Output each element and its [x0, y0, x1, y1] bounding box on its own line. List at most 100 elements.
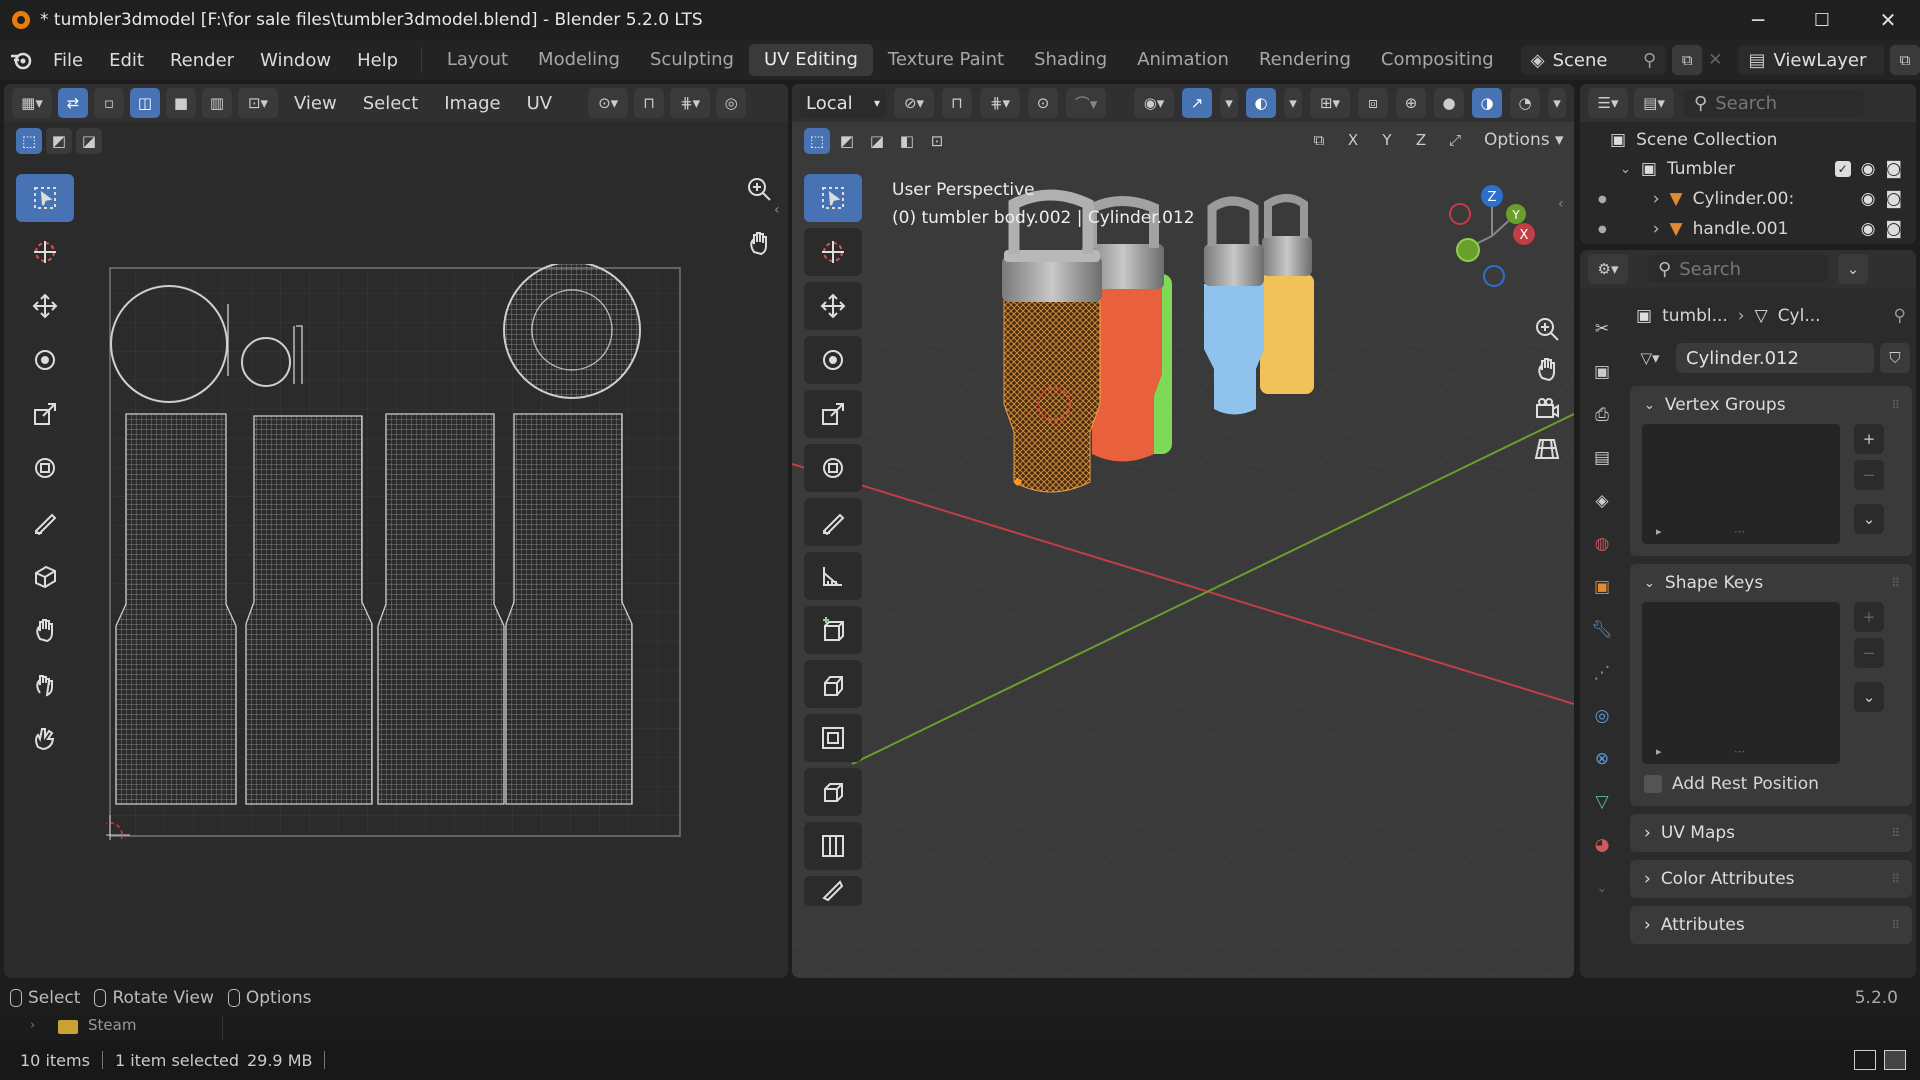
- edge-select-icon[interactable]: ◫: [130, 88, 160, 118]
- tab-modeling[interactable]: Modeling: [523, 44, 635, 76]
- xray-toggle-icon[interactable]: ⧈: [1358, 88, 1388, 118]
- vp-sidebar-toggle-icon[interactable]: ‹: [1558, 196, 1564, 212]
- snap-target-icon[interactable]: ⋕▾: [670, 88, 711, 118]
- snap-icon[interactable]: ⊓: [634, 88, 665, 118]
- vertex-groups-list[interactable]: ▸ ⋯: [1642, 424, 1840, 544]
- list-resize-grip-icon[interactable]: ⋯: [1734, 745, 1745, 758]
- tab-uv-editing[interactable]: UV Editing: [749, 44, 873, 76]
- vertex-groups-header[interactable]: ⌄ Vertex Groups ⠿: [1630, 386, 1912, 424]
- wireframe-shading-icon[interactable]: ⊕: [1396, 88, 1426, 118]
- output-tab-icon[interactable]: ⎙: [1585, 398, 1619, 432]
- vp-select-subtract-icon[interactable]: ◪: [864, 128, 890, 154]
- rip-tool-icon[interactable]: [16, 552, 74, 600]
- mirror-x-toggle[interactable]: X: [1338, 126, 1368, 154]
- select-tool-icon[interactable]: [16, 174, 74, 222]
- zoom-icon[interactable]: [746, 176, 772, 202]
- rotate-tool-icon[interactable]: [16, 336, 74, 384]
- add-shape-key-button[interactable]: +: [1854, 602, 1884, 632]
- add-rest-position-row[interactable]: Add Rest Position: [1630, 774, 1912, 806]
- pinch-tool-icon[interactable]: [16, 714, 74, 762]
- vp-rotate-tool-icon[interactable]: [804, 336, 862, 384]
- chevron-right-icon[interactable]: ›: [1653, 219, 1660, 239]
- uv-canvas[interactable]: [106, 264, 684, 840]
- minimize-button[interactable]: ─: [1726, 0, 1790, 40]
- vp-cursor-tool-icon[interactable]: [804, 228, 862, 276]
- exclude-checkbox[interactable]: ✓: [1834, 161, 1851, 177]
- material-tab-icon[interactable]: ◕: [1585, 828, 1619, 862]
- options-dropdown[interactable]: Options ▾: [1474, 126, 1574, 154]
- snap-increment-icon[interactable]: ⋕▾: [980, 88, 1020, 118]
- overlays-dropdown-icon[interactable]: ▾: [1284, 88, 1302, 118]
- annotate-tool-icon[interactable]: [16, 498, 74, 546]
- attributes-section[interactable]: › Attributes ⠿: [1630, 906, 1912, 944]
- sticky-select-icon[interactable]: ⊡▾: [238, 88, 278, 118]
- select-subtract-icon[interactable]: ◪: [76, 128, 102, 154]
- add-rest-position-checkbox[interactable]: [1644, 775, 1662, 793]
- pivot-icon[interactable]: ⊙▾: [588, 88, 629, 118]
- rendered-shading-icon[interactable]: ◔: [1510, 88, 1540, 118]
- data-tab-icon[interactable]: ▽: [1585, 785, 1619, 819]
- mesh-overlay-icon[interactable]: ⊞▾: [1310, 88, 1350, 118]
- sync-selection-icon[interactable]: ⇄: [58, 88, 88, 118]
- select-extend-icon[interactable]: ◩: [46, 128, 72, 154]
- face-select-icon[interactable]: ■: [166, 88, 196, 118]
- editor-type-icon[interactable]: ▦▾: [12, 88, 52, 118]
- vp-select-intersect-icon[interactable]: ⊡: [924, 128, 950, 154]
- more-tabs-icon[interactable]: ⌄: [1585, 871, 1619, 905]
- view-layer-tab-icon[interactable]: ▤: [1585, 441, 1619, 475]
- inset-tool-icon[interactable]: [804, 714, 862, 762]
- properties-options-icon[interactable]: ⌄: [1838, 254, 1868, 284]
- vp-select-extend-icon[interactable]: ◩: [834, 128, 860, 154]
- scene-collection-row[interactable]: ▣ Scene Collection: [1580, 122, 1916, 154]
- falloff-icon[interactable]: ⌒▾: [1066, 88, 1106, 118]
- modifier-tab-icon[interactable]: 🔧︎: [1585, 613, 1619, 647]
- eye-icon[interactable]: ◉: [1861, 159, 1876, 179]
- list-expand-icon[interactable]: ▸: [1656, 525, 1662, 538]
- proportional-editing-icon[interactable]: ⊙: [1028, 88, 1058, 118]
- menu-edit[interactable]: Edit: [96, 50, 157, 71]
- tab-compositing[interactable]: Compositing: [1366, 44, 1509, 76]
- outliner-row-tumbler[interactable]: ⌄ ▣ Tumbler ✓ ◉ ◙: [1580, 154, 1916, 184]
- menu-help[interactable]: Help: [344, 50, 411, 71]
- scene-tab-icon[interactable]: ◈: [1585, 484, 1619, 518]
- camera-icon[interactable]: ◙: [1886, 219, 1903, 239]
- menu-window[interactable]: Window: [247, 50, 344, 71]
- particles-tab-icon[interactable]: ⋰: [1585, 656, 1619, 690]
- remove-shape-key-button[interactable]: −: [1854, 638, 1884, 668]
- outliner-editor-icon[interactable]: ☰▾: [1588, 88, 1628, 118]
- bevel-tool-icon[interactable]: [804, 768, 862, 816]
- mesh-datablock-browse-icon[interactable]: ▽▾: [1630, 343, 1670, 373]
- camera-icon[interactable]: ◙: [1886, 159, 1903, 179]
- blender-menu-icon[interactable]: [10, 47, 34, 73]
- gizmo-toggle-icon[interactable]: ↗: [1182, 88, 1212, 118]
- details-view-icon[interactable]: [1854, 1050, 1876, 1070]
- chevron-down-icon[interactable]: ⌄: [1620, 162, 1631, 177]
- transform-orientation-dropdown[interactable]: Local ▾: [800, 88, 886, 118]
- tab-texture-paint[interactable]: Texture Paint: [873, 44, 1019, 76]
- outliner-row-handle[interactable]: ● › ▼ handle.001 ◉ ◙: [1580, 214, 1916, 244]
- select-box-mode-icon[interactable]: ⬚: [16, 128, 42, 154]
- add-cube-tool-icon[interactable]: [804, 606, 862, 654]
- shape-keys-header[interactable]: ⌄ Shape Keys ⠿: [1630, 564, 1912, 602]
- extrude-tool-icon[interactable]: [804, 660, 862, 708]
- pan-hand-icon[interactable]: [746, 230, 772, 256]
- list-expand-icon[interactable]: ▸: [1656, 745, 1662, 758]
- world-tab-icon[interactable]: ◍: [1585, 527, 1619, 561]
- viewlayer-selector[interactable]: ▤ ViewLayer: [1738, 45, 1884, 75]
- vp-transform-tool-icon[interactable]: [804, 444, 862, 492]
- snap-toggle-icon[interactable]: ⊓: [942, 88, 972, 118]
- vp-scale-tool-icon[interactable]: [804, 390, 862, 438]
- vp-annotate-tool-icon[interactable]: [804, 498, 862, 546]
- vp-zoom-icon[interactable]: [1534, 316, 1560, 342]
- uv-maps-section[interactable]: › UV Maps ⠿: [1630, 814, 1912, 852]
- properties-editor-icon[interactable]: ⚙▾: [1588, 254, 1628, 284]
- tab-animation[interactable]: Animation: [1122, 44, 1244, 76]
- auto-merge-icon[interactable]: ⤢: [1440, 126, 1470, 154]
- list-resize-grip-icon[interactable]: ⋯: [1734, 525, 1745, 538]
- new-viewlayer-button[interactable]: ⧉: [1890, 45, 1920, 75]
- tab-shading[interactable]: Shading: [1019, 44, 1122, 76]
- tab-sculpting[interactable]: Sculpting: [635, 44, 749, 76]
- new-scene-button[interactable]: ⧉: [1672, 45, 1703, 75]
- object-tab-icon[interactable]: ▣: [1585, 570, 1619, 604]
- mirror-z-toggle[interactable]: Z: [1406, 126, 1436, 154]
